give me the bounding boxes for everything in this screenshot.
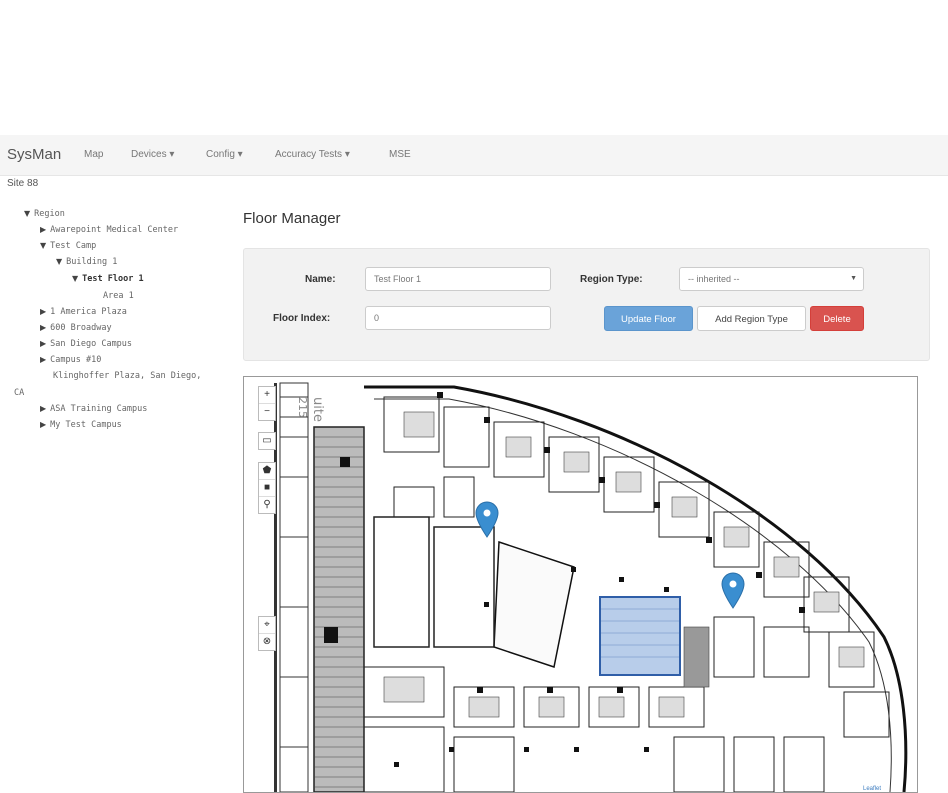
add-region-type-button[interactable]: Add Region Type <box>697 306 806 331</box>
name-input[interactable]: Test Floor 1 <box>365 267 551 291</box>
floor-map[interactable]: uite 215 Leaflet <box>243 376 918 793</box>
chevron-down-icon: ▼ <box>850 275 857 282</box>
edit-layers-icon[interactable]: ⌖ <box>259 617 275 634</box>
draw-marker-icon[interactable]: ⚲ <box>259 497 275 513</box>
collapsed-triangle-icon: ▶ <box>40 355 47 364</box>
tree-item-klinghoffer[interactable]: Klinghoffer Plaza, San Diego, <box>53 371 201 381</box>
draw-polyline-icon[interactable]: ▭ <box>259 433 275 449</box>
zoom-out-button[interactable]: − <box>259 404 275 420</box>
zoom-controls: + − <box>258 386 276 421</box>
tree-item-asa-training[interactable]: ▶ ASA Training Campus <box>40 404 147 414</box>
expanded-triangle-icon: ▼ <box>72 274 79 283</box>
brand-logo[interactable]: SysMan <box>7 146 61 163</box>
region-type-value: -- inherited -- <box>688 274 740 284</box>
name-label: Name: <box>305 274 336 285</box>
draw-polygon-icon[interactable]: ⬟ <box>259 463 275 480</box>
update-floor-button[interactable]: Update Floor <box>604 306 693 331</box>
top-navbar: SysMan Map Devices ▾ Config ▾ Accuracy T… <box>0 135 948 176</box>
tree-item-600-broadway[interactable]: ▶ 600 Broadway <box>40 323 112 333</box>
tree-item-campus-10[interactable]: ▶ Campus #10 <box>40 355 101 365</box>
draw-toolbar: ▭ <box>258 432 276 450</box>
nav-devices[interactable]: Devices ▾ <box>131 149 174 160</box>
expanded-triangle-icon: ▼ <box>40 241 47 250</box>
nav-config[interactable]: Config ▾ <box>206 149 243 160</box>
map-attribution[interactable]: Leaflet <box>860 786 883 792</box>
collapsed-triangle-icon: ▶ <box>40 420 47 429</box>
tree-item-my-test-campus[interactable]: ▶ My Test Campus <box>40 420 122 430</box>
tree-item-region[interactable]: ▼ Region <box>24 209 65 219</box>
expanded-triangle-icon: ▼ <box>24 209 31 218</box>
page-title: Floor Manager <box>243 210 341 227</box>
collapsed-triangle-icon: ▶ <box>40 323 47 332</box>
collapsed-triangle-icon: ▶ <box>40 404 47 413</box>
nav-accuracy-tests[interactable]: Accuracy Tests ▾ <box>275 149 350 160</box>
site-label: Site 88 <box>7 178 39 189</box>
floor-index-input[interactable]: 0 <box>365 306 551 330</box>
draw-rectangle-icon[interactable]: ■ <box>259 480 275 497</box>
floor-index-label: Floor Index: <box>273 313 331 324</box>
tree-item-awarepoint[interactable]: ▶ Awarepoint Medical Center <box>40 225 178 235</box>
plan-label-uite: uite <box>310 397 325 422</box>
nav-mse[interactable]: MSE <box>389 149 411 160</box>
region-type-label: Region Type: <box>580 274 643 285</box>
map-marker-2[interactable] <box>721 572 745 609</box>
floor-plan-image: uite 215 <box>274 382 908 792</box>
delete-layers-icon[interactable]: ⊗ <box>259 634 275 650</box>
tree-item-test-camp[interactable]: ▼ Test Camp <box>40 241 96 251</box>
delete-button[interactable]: Delete <box>810 306 864 331</box>
edit-toolbar: ⌖ ⊗ <box>258 616 276 651</box>
collapsed-triangle-icon: ▶ <box>40 339 47 348</box>
draw-shapes-toolbar: ⬟ ■ ⚲ <box>258 462 276 514</box>
nav-map[interactable]: Map <box>84 149 103 160</box>
region-type-select[interactable]: -- inherited -- ▼ <box>679 267 864 291</box>
tree-item-america-plaza[interactable]: ▶ 1 America Plaza <box>40 307 127 317</box>
zoom-in-button[interactable]: + <box>259 387 275 404</box>
tree-item-area-1[interactable]: Area 1 <box>103 291 134 301</box>
tree-item-klinghoffer-ca[interactable]: CA <box>14 388 24 398</box>
collapsed-triangle-icon: ▶ <box>40 225 47 234</box>
tree-item-san-diego-campus[interactable]: ▶ San Diego Campus <box>40 339 132 349</box>
plan-label-215: 215 <box>296 397 309 418</box>
collapsed-triangle-icon: ▶ <box>40 307 47 316</box>
tree-item-test-floor-1[interactable]: ▼ Test Floor 1 <box>72 274 144 284</box>
expanded-triangle-icon: ▼ <box>56 257 63 266</box>
floor-form-panel: Name: Test Floor 1 Region Type: -- inher… <box>243 248 930 361</box>
tree-item-building-1[interactable]: ▼ Building 1 <box>56 257 117 267</box>
